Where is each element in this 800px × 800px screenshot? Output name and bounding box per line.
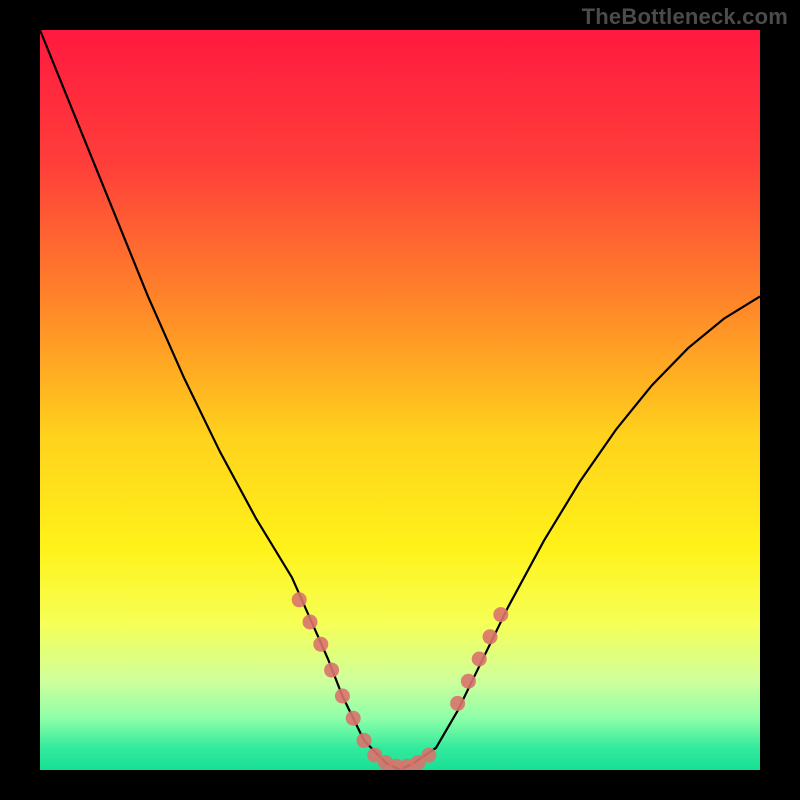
highlight-marker [450,696,465,711]
highlight-marker [461,674,476,689]
highlight-marker [303,615,318,630]
highlight-marker [472,652,487,667]
chart-frame: TheBottleneck.com [0,0,800,800]
gradient-background [40,30,760,770]
highlight-marker [421,748,436,763]
highlight-marker [313,637,328,652]
highlight-marker [493,607,508,622]
highlight-marker [346,711,361,726]
bottleneck-chart [40,30,760,770]
highlight-marker [483,629,498,644]
highlight-marker [324,663,339,678]
highlight-marker [357,733,372,748]
highlight-marker [335,689,350,704]
highlight-marker [292,592,307,607]
plot-area [40,30,760,770]
watermark-text: TheBottleneck.com [582,4,788,30]
